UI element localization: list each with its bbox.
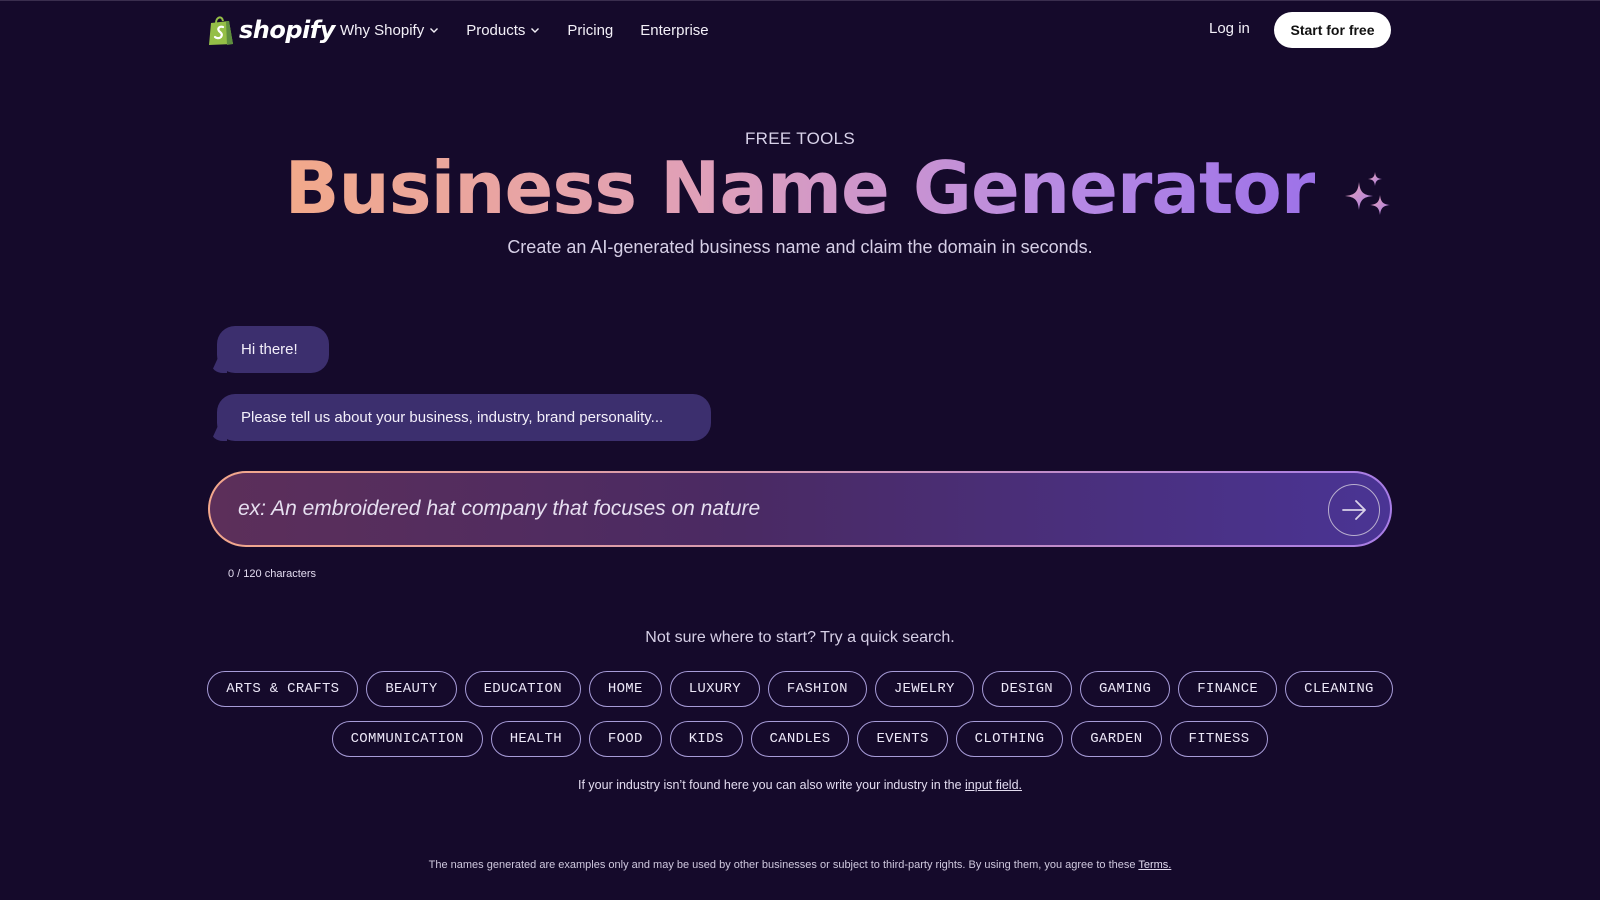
- nav-products-label: Products: [466, 21, 526, 39]
- industry-chips-row-1: ARTS & CRAFTS BEAUTY EDUCATION HOME LUXU…: [0, 671, 1600, 707]
- chip-clothing[interactable]: CLOTHING: [955, 721, 1064, 757]
- chip-beauty[interactable]: BEAUTY: [366, 671, 457, 707]
- quick-search-heading: Not sure where to start? Try a quick sea…: [645, 629, 955, 646]
- chip-events[interactable]: EVENTS: [857, 721, 948, 757]
- nav-enterprise[interactable]: Enterprise: [640, 22, 708, 39]
- page-title-text: Business Name Generator: [284, 146, 1317, 230]
- chip-finance[interactable]: FINANCE: [1178, 671, 1278, 707]
- nav-enterprise-label: Enterprise: [640, 21, 709, 39]
- chip-fitness[interactable]: FITNESS: [1169, 721, 1269, 757]
- chip-garden[interactable]: GARDEN: [1071, 721, 1162, 757]
- industry-hint-text: If your industry isn’t found here you ca…: [578, 778, 962, 792]
- prompt-input-container: [208, 471, 1392, 547]
- nav-why-shopify[interactable]: Why Shopify: [340, 22, 439, 39]
- chip-cleaning[interactable]: CLEANING: [1285, 671, 1393, 707]
- chat-bubble-greeting: Hi there!: [217, 326, 329, 373]
- character-counter: 0 / 120 characters: [228, 568, 317, 580]
- sparkle-icon: [1345, 172, 1390, 215]
- business-description-input[interactable]: [238, 473, 1278, 545]
- prompt-input-surface: [210, 473, 1390, 545]
- chip-gaming[interactable]: GAMING: [1079, 671, 1171, 707]
- chip-design[interactable]: DESIGN: [981, 671, 1072, 707]
- chip-arts-crafts[interactable]: ARTS & CRAFTS: [207, 671, 359, 707]
- top-nav: shopify Why Shopify Products Pricing Ent…: [0, 0, 1600, 60]
- shopify-logo[interactable]: shopify: [207, 13, 335, 47]
- input-field-link[interactable]: input field.: [965, 778, 1022, 792]
- chevron-down-icon: [531, 28, 540, 33]
- industry-chips-row-2: COMMUNICATION HEALTH FOOD KIDS CANDLES E…: [0, 721, 1600, 757]
- chip-food[interactable]: FOOD: [588, 721, 662, 757]
- nav-why-shopify-label: Why Shopify: [340, 21, 425, 39]
- start-for-free-button[interactable]: Start for free: [1274, 12, 1391, 48]
- login-link[interactable]: Log in: [1209, 20, 1250, 37]
- page-subtitle: Create an AI-generated business name and…: [507, 237, 1093, 257]
- submit-button[interactable]: [1328, 484, 1380, 536]
- industry-hint: If your industry isn’t found here you ca…: [0, 778, 1600, 792]
- nav-products[interactable]: Products: [466, 22, 540, 39]
- chip-jewelry[interactable]: JEWELRY: [874, 671, 974, 707]
- chip-candles[interactable]: CANDLES: [750, 721, 850, 757]
- shopify-bag-icon: [209, 16, 233, 45]
- main-nav: Why Shopify Products Pricing Enterprise: [340, 0, 736, 60]
- brand-name: shopify: [239, 16, 335, 44]
- chat-bubble-prompt: Please tell us about your business, indu…: [217, 394, 711, 441]
- chip-kids[interactable]: KIDS: [669, 721, 743, 757]
- chevron-down-icon: [430, 28, 439, 33]
- nav-pricing-label: Pricing: [567, 21, 614, 39]
- chip-fashion[interactable]: FASHION: [767, 671, 867, 707]
- disclaimer: The names generated are examples only an…: [0, 859, 1600, 871]
- chip-communication[interactable]: COMMUNICATION: [331, 721, 483, 757]
- terms-link[interactable]: Terms.: [1138, 859, 1171, 871]
- disclaimer-text: The names generated are examples only an…: [428, 859, 1136, 871]
- chip-education[interactable]: EDUCATION: [464, 671, 581, 707]
- arrow-right-icon: [1342, 500, 1366, 520]
- chip-luxury[interactable]: LUXURY: [669, 671, 760, 707]
- nav-pricing[interactable]: Pricing: [567, 22, 613, 39]
- chip-home[interactable]: HOME: [588, 671, 662, 707]
- chip-health[interactable]: HEALTH: [490, 721, 581, 757]
